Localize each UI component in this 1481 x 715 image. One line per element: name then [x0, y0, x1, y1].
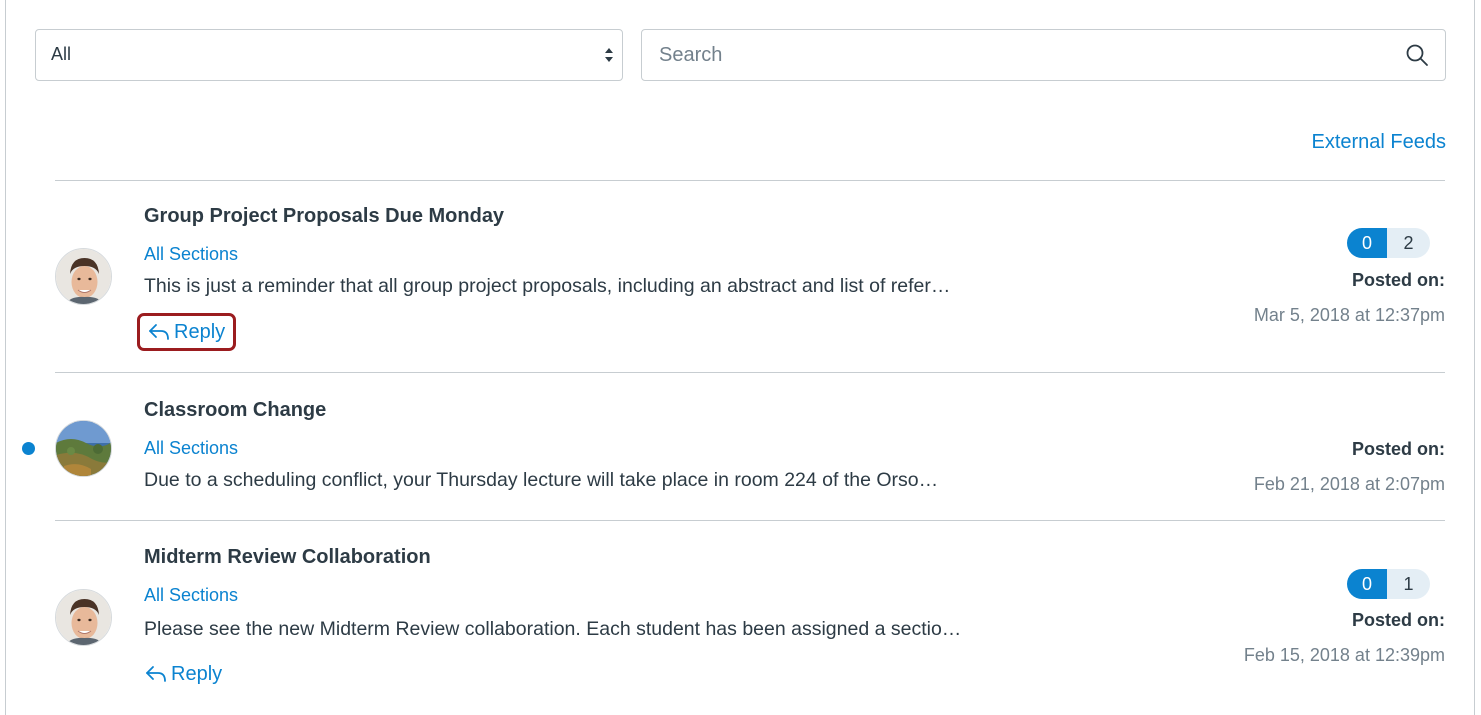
posted-date: Feb 15, 2018 at 12:39pm — [1243, 645, 1445, 665]
posted-on-label: Posted on: — [1352, 270, 1445, 290]
reply-icon — [149, 324, 169, 340]
reply-count-badge: 0 2 — [1347, 228, 1430, 258]
announcement-title[interactable]: Classroom Change — [144, 399, 326, 422]
announcement-sections[interactable]: All Sections — [144, 585, 238, 606]
divider — [55, 180, 1445, 181]
announcement-sections[interactable]: All Sections — [144, 438, 238, 459]
posted-on-label: Posted on: — [1352, 610, 1445, 630]
landscape-avatar-icon[interactable] — [55, 420, 112, 477]
total-count: 1 — [1387, 569, 1430, 599]
announcement-excerpt: Due to a scheduling conflict, your Thurs… — [144, 469, 939, 491]
announcement-title[interactable]: Group Project Proposals Due Monday — [144, 205, 504, 228]
reply-button[interactable]: Reply — [137, 655, 230, 693]
reply-label: Reply — [174, 320, 226, 343]
filter-select-value: All — [51, 44, 72, 64]
search-input[interactable]: Search — [641, 29, 1446, 81]
announcement-filter-select[interactable]: All — [35, 29, 623, 81]
announcement-excerpt: This is just a reminder that all group p… — [144, 275, 951, 297]
content-frame — [5, 0, 1475, 715]
announcement-excerpt: Please see the new Midterm Review collab… — [144, 618, 962, 640]
select-arrows-icon — [605, 48, 613, 62]
divider — [55, 372, 1445, 373]
divider — [55, 520, 1445, 521]
unread-count: 0 — [1347, 569, 1387, 599]
posted-date: Mar 5, 2018 at 12:37pm — [1253, 305, 1445, 325]
posted-on-label: Posted on: — [1352, 439, 1445, 459]
announcement-sections[interactable]: All Sections — [144, 244, 238, 265]
search-placeholder: Search — [659, 44, 723, 66]
external-feeds-link[interactable]: External Feeds — [1311, 131, 1446, 154]
student-avatar-icon[interactable] — [55, 248, 112, 305]
unread-count: 0 — [1347, 228, 1387, 258]
reply-icon — [146, 666, 166, 682]
announcement-title[interactable]: Midterm Review Collaboration — [144, 546, 431, 569]
reply-label: Reply — [171, 662, 223, 685]
unread-indicator — [22, 442, 35, 455]
reply-button[interactable]: Reply — [137, 313, 237, 351]
total-count: 2 — [1387, 228, 1430, 258]
search-icon[interactable] — [1405, 43, 1429, 67]
reply-count-badge: 0 1 — [1347, 569, 1430, 599]
student-avatar-icon[interactable] — [55, 589, 112, 646]
posted-date: Feb 21, 2018 at 2:07pm — [1253, 474, 1445, 494]
